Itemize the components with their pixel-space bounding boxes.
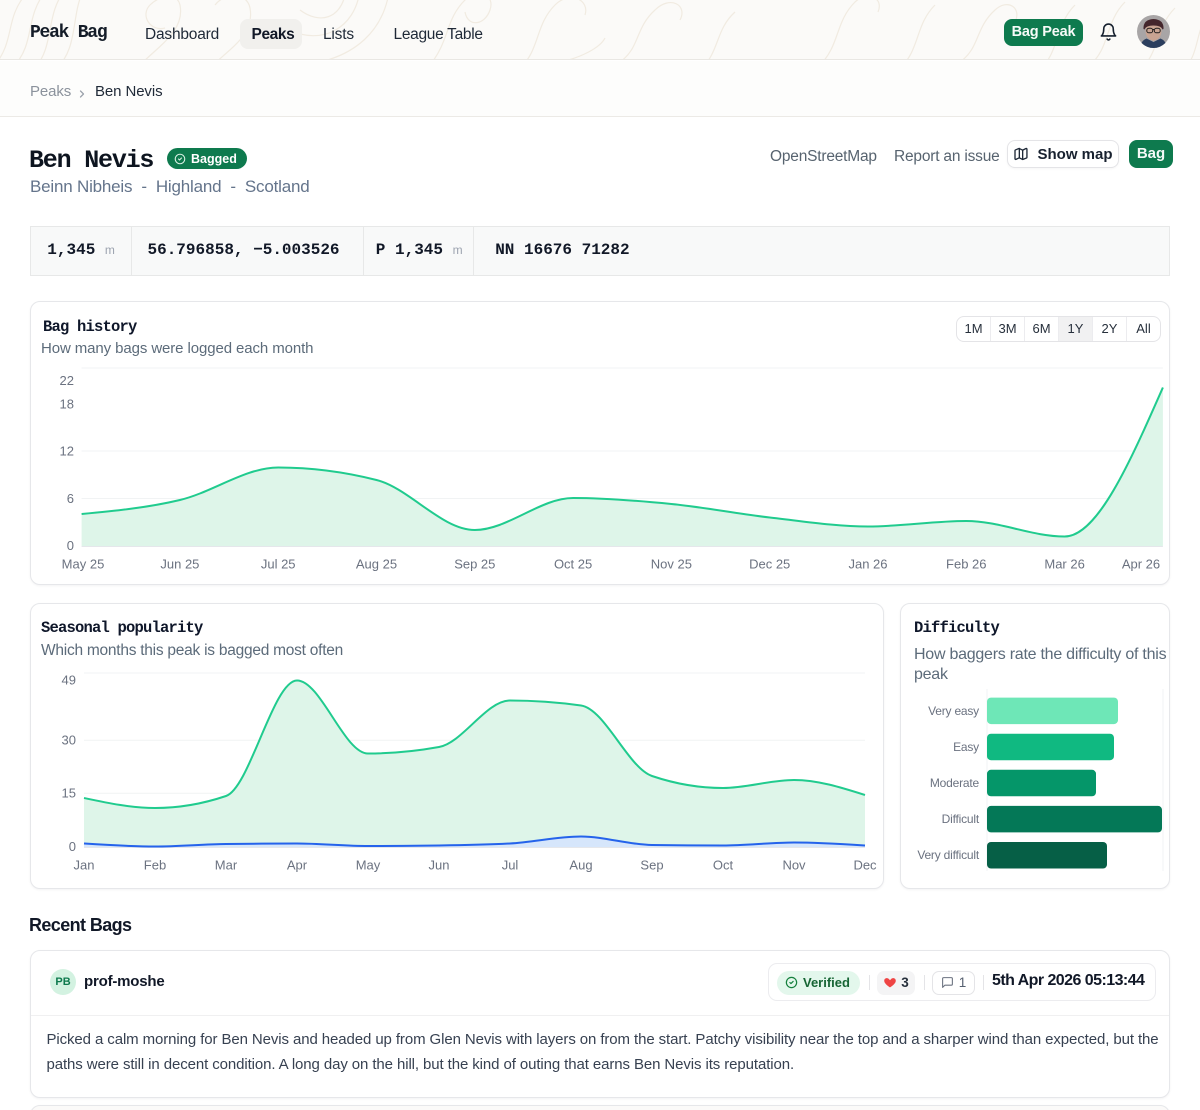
svg-text:Feb: Feb <box>144 858 166 873</box>
svg-text:22: 22 <box>60 373 74 388</box>
svg-text:Nov: Nov <box>782 858 806 873</box>
svg-text:Dec 25: Dec 25 <box>749 557 790 572</box>
svg-text:49: 49 <box>62 673 76 688</box>
svg-text:Mar 26: Mar 26 <box>1044 557 1084 572</box>
svg-text:30: 30 <box>62 733 76 748</box>
svg-text:Jun 25: Jun 25 <box>160 557 199 572</box>
svg-text:Jun: Jun <box>429 858 450 873</box>
svg-text:Dec: Dec <box>853 858 877 873</box>
svg-text:Very difficult: Very difficult <box>917 848 980 862</box>
svg-text:Sep: Sep <box>640 858 663 873</box>
svg-text:May: May <box>356 858 381 873</box>
svg-text:Jan 26: Jan 26 <box>848 557 887 572</box>
svg-text:Easy: Easy <box>953 740 979 754</box>
svg-text:Very easy: Very easy <box>928 704 979 718</box>
svg-text:Apr 26: Apr 26 <box>1122 557 1160 572</box>
svg-text:Apr: Apr <box>287 858 308 873</box>
svg-text:Feb 26: Feb 26 <box>946 557 986 572</box>
svg-text:Oct 25: Oct 25 <box>554 557 592 572</box>
svg-text:Aug 25: Aug 25 <box>356 557 397 572</box>
svg-text:Jul 25: Jul 25 <box>261 557 296 572</box>
svg-text:Nov 25: Nov 25 <box>651 557 692 572</box>
svg-text:Aug: Aug <box>569 858 592 873</box>
svg-text:18: 18 <box>60 397 74 412</box>
svg-text:12: 12 <box>60 444 74 459</box>
svg-text:6: 6 <box>67 491 74 506</box>
svg-text:Jan: Jan <box>74 858 95 873</box>
svg-text:Oct: Oct <box>713 858 734 873</box>
svg-text:Mar: Mar <box>215 858 238 873</box>
svg-text:May 25: May 25 <box>62 557 105 572</box>
svg-text:0: 0 <box>69 839 76 854</box>
svg-text:Moderate: Moderate <box>930 776 980 790</box>
svg-text:0: 0 <box>67 538 74 553</box>
svg-text:Difficult: Difficult <box>942 812 980 826</box>
svg-text:15: 15 <box>62 786 76 801</box>
svg-text:Sep 25: Sep 25 <box>454 557 495 572</box>
svg-text:Jul: Jul <box>502 858 519 873</box>
